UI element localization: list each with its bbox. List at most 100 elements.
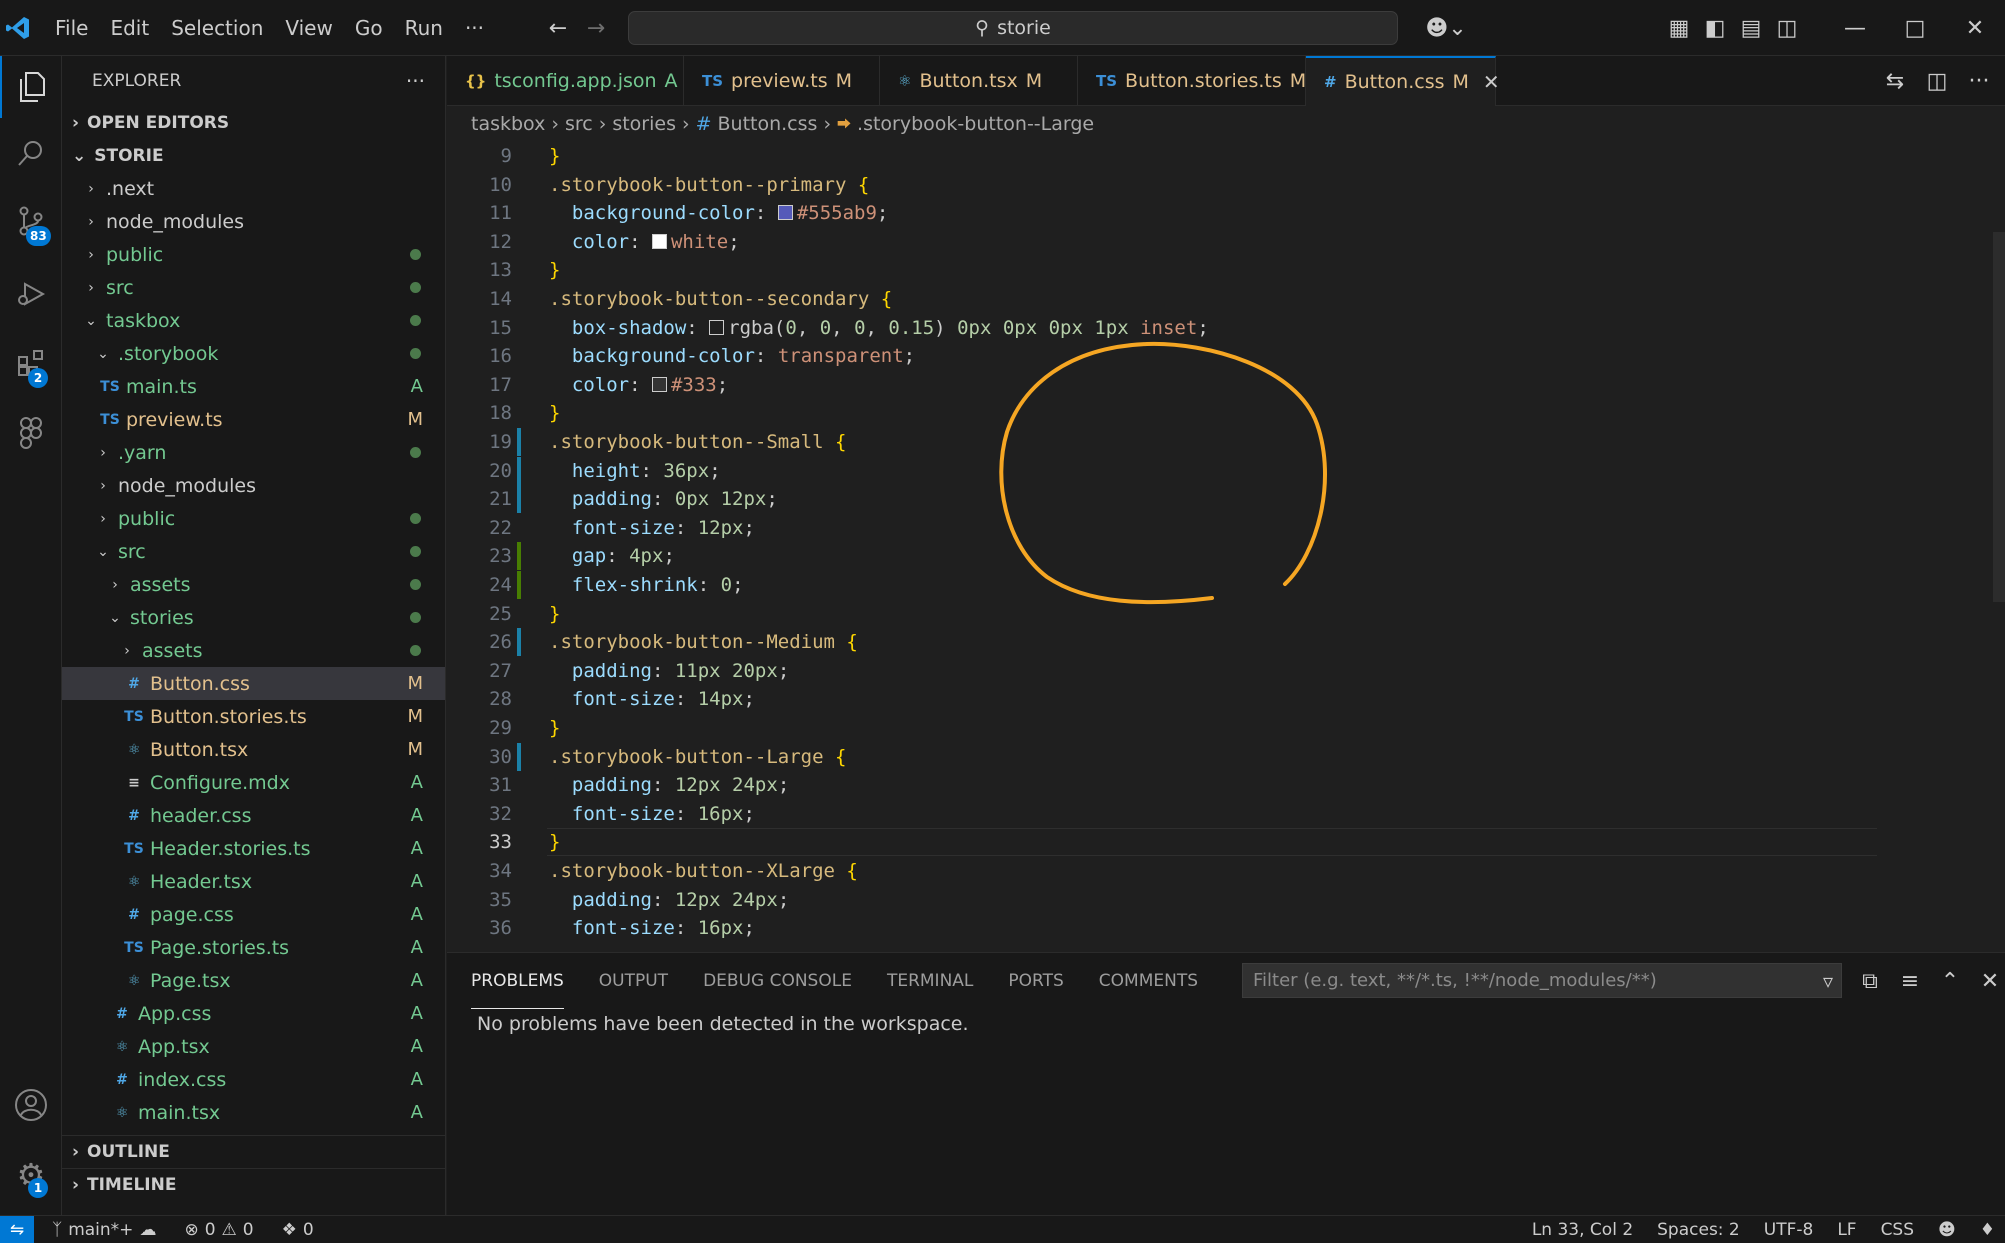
code-line[interactable]: 31 padding: 12px 24px; [447,771,1897,799]
folder-row[interactable]: › assets [62,568,445,601]
breadcrumb-item[interactable]: src [565,113,593,135]
menu-run[interactable]: Run [394,8,454,48]
folder-row[interactable]: › node_modules [62,205,445,238]
file-row[interactable]: # index.css A [62,1063,445,1096]
copilot-icon[interactable]: ☻⌄ [1418,10,1474,46]
editor-scrollbar[interactable] [1993,232,2005,602]
code-editor[interactable]: 9} 10 .storybook-button--primary {11 backg… [447,142,2005,952]
breadcrumb-item[interactable]: taskbox [471,113,545,135]
language-mode[interactable]: CSS [1881,1220,1914,1240]
folder-row[interactable]: ⌄ src [62,535,445,568]
outline-section[interactable]: › OUTLINE [62,1135,445,1168]
filter-icon[interactable]: ▿ [1823,969,1833,993]
figma-icon[interactable] [0,402,62,464]
code-line[interactable]: 36 font-size: 16px; [447,914,1897,942]
maximize-icon[interactable]: □ [1885,10,1945,46]
breadcrumb-item[interactable]: stories [612,113,676,135]
panel-tab-terminal[interactable]: TERMINAL [887,953,973,1009]
file-row[interactable]: TS preview.ts M [62,403,445,436]
minimize-icon[interactable]: — [1825,10,1885,46]
timeline-section[interactable]: › TIMELINE [62,1168,445,1201]
close-window-icon[interactable]: ✕ [1945,10,2005,46]
code-line[interactable]: 33} [447,828,1897,857]
search-icon[interactable] [0,122,62,184]
forward-arrow-icon[interactable]: → [578,10,614,46]
file-row[interactable]: # header.css A [62,799,445,832]
menu-go[interactable]: Go [344,8,394,48]
toggle-secondary-sidebar-icon[interactable]: ◫ [1769,10,1805,46]
file-row[interactable]: # page.css A [62,898,445,931]
editor-tab[interactable]: ⚛ Button.tsx M [880,56,1078,106]
file-row[interactable]: TS Page.stories.ts A [62,931,445,964]
customize-layout-icon[interactable]: ▦ [1661,10,1697,46]
open-editors-section[interactable]: › OPEN EDITORS [62,106,445,139]
menu-file[interactable]: File [44,8,99,48]
editor-tab[interactable]: TS Button.stories.ts M [1078,56,1306,106]
panel-tab-debug-console[interactable]: DEBUG CONSOLE [703,953,852,1009]
more-actions-icon[interactable]: ··· [1961,63,1997,99]
menu-edit[interactable]: Edit [99,8,160,48]
editor-tab[interactable]: TS preview.ts M [684,56,880,106]
toggle-panel-icon[interactable]: ▤ [1733,10,1769,46]
breadcrumb-item[interactable]: Button.css [718,113,818,135]
file-row[interactable]: TS main.ts A [62,370,445,403]
file-row[interactable]: TSvite-env.d.tsA [62,1129,445,1136]
close-tab-icon[interactable]: ✕ [1483,70,1500,94]
notifications-bell-icon[interactable]: ♦ [1980,1220,1995,1240]
panel-tab-output[interactable]: OUTPUT [599,953,668,1009]
file-row[interactable]: ⚛ App.tsx A [62,1030,445,1063]
folder-row[interactable]: › .next [62,172,445,205]
editor-tab[interactable]: # Button.css M ✕ [1306,56,1500,106]
toggle-primary-sidebar-icon[interactable]: ◧ [1697,10,1733,46]
source-control-icon[interactable]: 83 [0,190,62,252]
folder-row[interactable]: › .yarn [62,436,445,469]
code-line[interactable]: 32 font-size: 16px; [447,800,1897,828]
code-line[interactable]: 35 padding: 12px 24px; [447,886,1897,914]
close-panel-icon[interactable]: ✕ [1972,963,2005,999]
folder-row[interactable]: › assets [62,634,445,667]
folder-row[interactable]: › public [62,238,445,271]
branch-status[interactable]: ᛉ main*+ ☁ [52,1220,156,1240]
breadcrumb-item[interactable]: .storybook-button--Large [857,113,1094,135]
file-row[interactable]: ⚛ Page.tsx A [62,964,445,997]
file-row[interactable]: TS Button.stories.ts M [62,700,445,733]
folder-row[interactable]: ⌄ taskbox [62,304,445,337]
folder-row[interactable]: › node_modules [62,469,445,502]
more-actions-icon[interactable]: ··· [406,69,425,93]
run-debug-icon[interactable] [0,262,62,324]
extensions-icon[interactable]: 2 [0,332,62,394]
command-center-search[interactable]: ⚲ storie [628,11,1398,45]
folder-row[interactable]: ⌄ .storybook [62,337,445,370]
menu-selection[interactable]: Selection [160,8,274,48]
compare-changes-icon[interactable]: ⇆ [1877,63,1913,99]
file-row[interactable]: ≡ Configure.mdx A [62,766,445,799]
file-row[interactable]: # Button.css M [62,667,445,700]
folder-row[interactable]: ⌄ stories [62,601,445,634]
folder-row[interactable]: › public [62,502,445,535]
copilot-status-icon[interactable]: ☻ [1938,1220,1956,1240]
remote-indicator-icon[interactable]: ⇋ [0,1215,34,1243]
file-row[interactable]: TS Header.stories.ts A [62,832,445,865]
folder-row[interactable]: › src [62,271,445,304]
code-line[interactable]: 34 .storybook-button--XLarge { [447,857,1897,885]
panel-tab-comments[interactable]: COMMENTS [1099,953,1198,1009]
file-row[interactable]: ⚛ Header.tsx A [62,865,445,898]
ports-status[interactable]: ❖ 0 [282,1220,314,1240]
collapse-all-icon[interactable]: ⧉ [1852,963,1888,999]
file-row[interactable]: ⚛ Button.tsx M [62,733,445,766]
panel-tab-problems[interactable]: PROBLEMS [471,953,564,1009]
account-icon[interactable] [0,1074,62,1136]
workspace-root-section[interactable]: ⌄ STORIE [62,139,445,172]
menu-view[interactable]: View [274,8,343,48]
explorer-icon[interactable] [0,56,62,118]
menu-more[interactable]: ··· [454,8,495,48]
back-arrow-icon[interactable]: ← [540,10,576,46]
view-as-list-icon[interactable]: ≡ [1892,963,1928,999]
vscode-logo-icon[interactable] [0,10,36,46]
settings-gear-icon[interactable]: ⚙ 1 [0,1144,62,1206]
editor-tab[interactable]: {} tsconfig.app.json A [447,56,684,106]
file-row[interactable]: ⚛ main.tsx A [62,1096,445,1129]
eol-status[interactable]: LF [1837,1220,1856,1240]
panel-tab-ports[interactable]: PORTS [1008,953,1063,1009]
split-editor-icon[interactable]: ◫ [1919,63,1955,99]
